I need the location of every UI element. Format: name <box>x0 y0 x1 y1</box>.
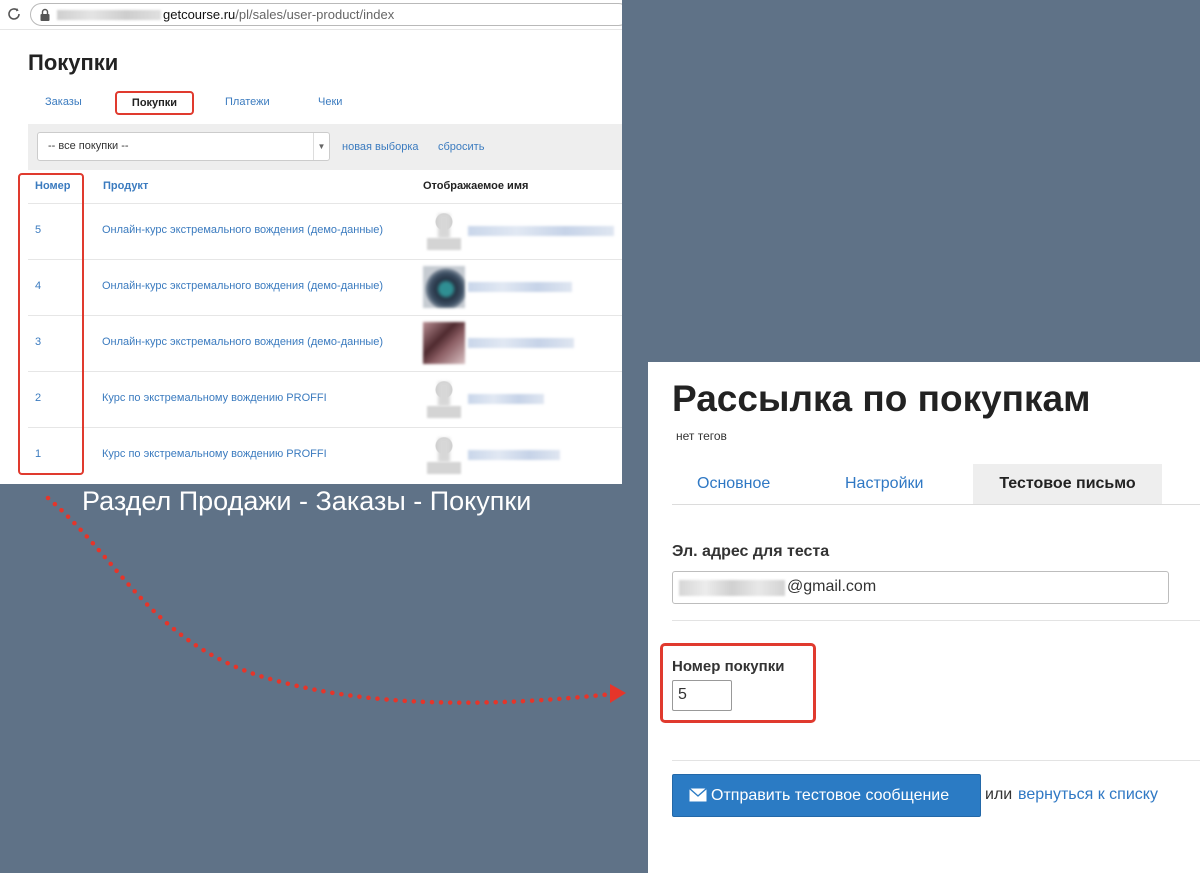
blurred-user-name <box>468 282 572 292</box>
url-field[interactable]: getcourse.ru/pl/sales/user-product/index <box>30 3 622 26</box>
avatar <box>423 434 465 476</box>
purchase-number-label: Номер покупки <box>672 658 785 675</box>
row-product[interactable]: Курс по экстремальному вождению PROFFI <box>102 448 327 460</box>
url-host: getcourse.ru <box>163 7 236 22</box>
row-product[interactable]: Онлайн-курс экстремального вождения (дем… <box>102 336 383 348</box>
row-product[interactable]: Курс по экстремальному вождению PROFFI <box>102 392 327 404</box>
tags-text: нет тегов <box>676 429 727 443</box>
or-text: или <box>985 786 1013 803</box>
row-product[interactable]: Онлайн-курс экстремального вождения (дем… <box>102 224 383 236</box>
blurred-user-name <box>468 338 574 348</box>
send-test-message-button[interactable]: Отправить тестовое сообщение <box>672 774 981 817</box>
bottom-divider <box>672 760 1200 761</box>
purchases-panel: getcourse.ru/pl/sales/user-product/index… <box>0 0 622 484</box>
blurred-user-name <box>468 450 560 460</box>
section-divider <box>672 620 1200 621</box>
tab-purchases[interactable]: Покупки <box>115 91 194 115</box>
lock-icon <box>40 8 50 21</box>
purchase-number-input[interactable]: 5 <box>672 680 732 711</box>
tab-settings[interactable]: Настройки <box>845 464 923 504</box>
tab-payments[interactable]: Платежи <box>225 96 270 108</box>
tab-test-letter[interactable]: Тестовое письмо <box>973 464 1162 504</box>
back-to-list-link[interactable]: вернуться к списку <box>1018 786 1158 804</box>
reset-link[interactable]: сбросить <box>438 141 484 153</box>
table-row: 5 Онлайн-курс экстремального вождения (д… <box>28 203 622 259</box>
new-selection-link[interactable]: новая выборка <box>342 141 419 153</box>
table-row: 3 Онлайн-курс экстремального вождения (д… <box>28 315 622 371</box>
avatar <box>423 266 465 308</box>
avatar <box>423 210 465 252</box>
section-caption: Раздел Продажи - Заказы - Покупки <box>82 486 532 516</box>
table-row: 1 Курс по экстремальному вождению PROFFI <box>28 427 622 483</box>
blurred-user-name <box>468 394 544 404</box>
table-row: 2 Курс по экстремальному вождению PROFFI <box>28 371 622 427</box>
url-path: /pl/sales/user-product/index <box>235 7 395 22</box>
browser-address-bar: getcourse.ru/pl/sales/user-product/index <box>0 0 622 30</box>
tabs-divider <box>672 504 1200 505</box>
test-email-label: Эл. адрес для теста <box>672 543 830 560</box>
test-email-value: @gmail.com <box>787 578 877 595</box>
page-title: Покупки <box>28 50 119 75</box>
test-email-field[interactable]: @gmail.com <box>672 571 1169 604</box>
envelope-icon <box>689 788 707 802</box>
blurred-user-name <box>468 226 614 236</box>
number-column-highlight <box>18 173 84 475</box>
send-button-label: Отправить тестовое сообщение <box>711 787 950 804</box>
column-header-display-name: Отображаемое имя <box>423 180 529 192</box>
chevron-down-icon[interactable]: ▼ <box>313 133 329 160</box>
filter-select-value: -- все покупки -- <box>48 140 129 152</box>
purchases-filter-select[interactable]: -- все покупки -- ▼ <box>37 132 330 161</box>
tab-receipts[interactable]: Чеки <box>318 96 342 108</box>
avatar <box>423 322 465 364</box>
tab-main[interactable]: Основное <box>697 464 770 504</box>
blurred-email-part <box>679 580 785 596</box>
mailing-title: Рассылка по покупкам <box>672 378 1091 419</box>
row-product[interactable]: Онлайн-курс экстремального вождения (дем… <box>102 280 383 292</box>
table-row: 4 Онлайн-курс экстремального вождения (д… <box>28 259 622 315</box>
mailing-panel: Рассылка по покупкам нет тегов Основное … <box>648 362 1200 873</box>
filter-bar: -- все покупки -- ▼ новая выборка сброси… <box>28 124 622 170</box>
column-header-product[interactable]: Продукт <box>103 180 148 192</box>
tab-orders[interactable]: Заказы <box>45 96 82 108</box>
url-text: getcourse.ru/pl/sales/user-product/index <box>163 7 394 22</box>
reload-icon[interactable] <box>6 6 22 22</box>
avatar <box>423 378 465 420</box>
url-blurred-segment <box>57 10 161 20</box>
